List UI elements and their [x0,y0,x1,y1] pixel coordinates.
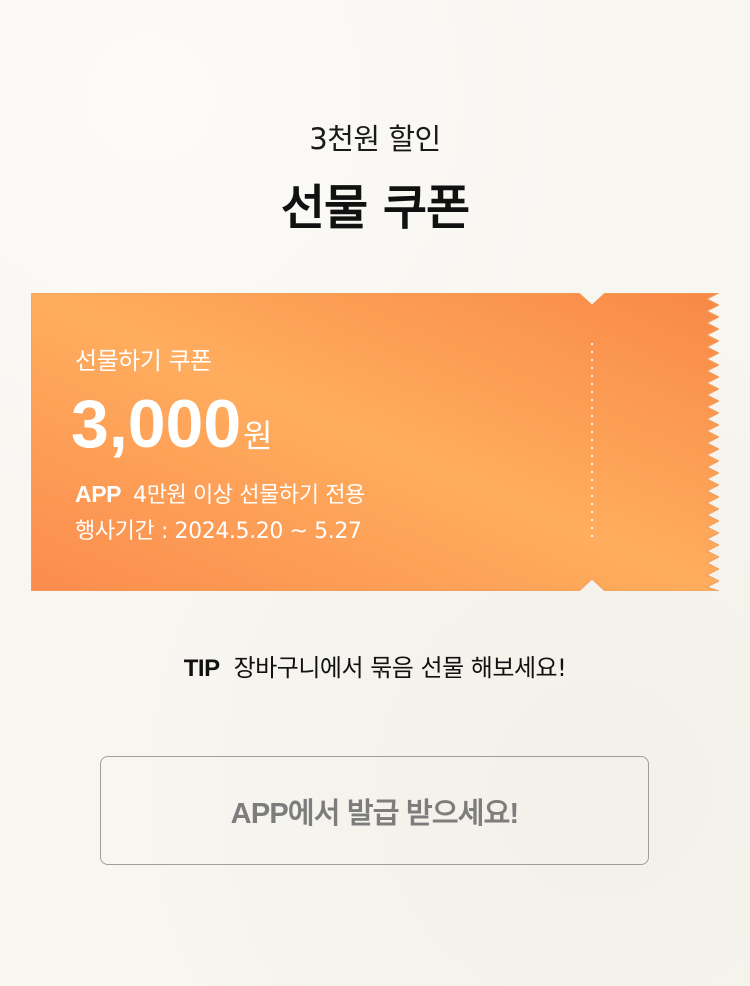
issue-in-app-button[interactable]: APP에서 발급 받으세요! [100,756,649,865]
coupon-platform-badge: APP [75,481,122,507]
coupon-condition-text: 4만원 이상 선물하기 전용 [133,483,365,508]
coupon-period: 행사기간 : 2024.5.20 ~ 5.27 [75,519,362,544]
coupon-amount: 3,000원 [71,385,273,463]
tip-row: TIP 장바구니에서 묶음 선물 해보세요! [0,648,750,683]
coupon-label: 선물하기 쿠폰 [75,347,212,375]
page-title: 선물 쿠폰 [280,180,470,236]
coupon-amount-unit: 원 [243,417,273,455]
event-subtitle: 3천원 할인 [309,122,441,156]
tip-text: 장바구니에서 묶음 선물 해보세요! [233,654,567,682]
page: 3천원 할인 선물 쿠폰 선물하기 쿠폰 3,000원 APP 4만원 이상 선물… [0,0,750,986]
coupon-condition: APP 4만원 이상 선물하기 전용 [75,477,365,509]
coupon-card: 선물하기 쿠폰 3,000원 APP 4만원 이상 선물하기 전용 행사기간 : … [31,293,719,591]
tip-label: TIP [183,655,220,682]
coupon-amount-value: 3,000 [71,386,242,462]
